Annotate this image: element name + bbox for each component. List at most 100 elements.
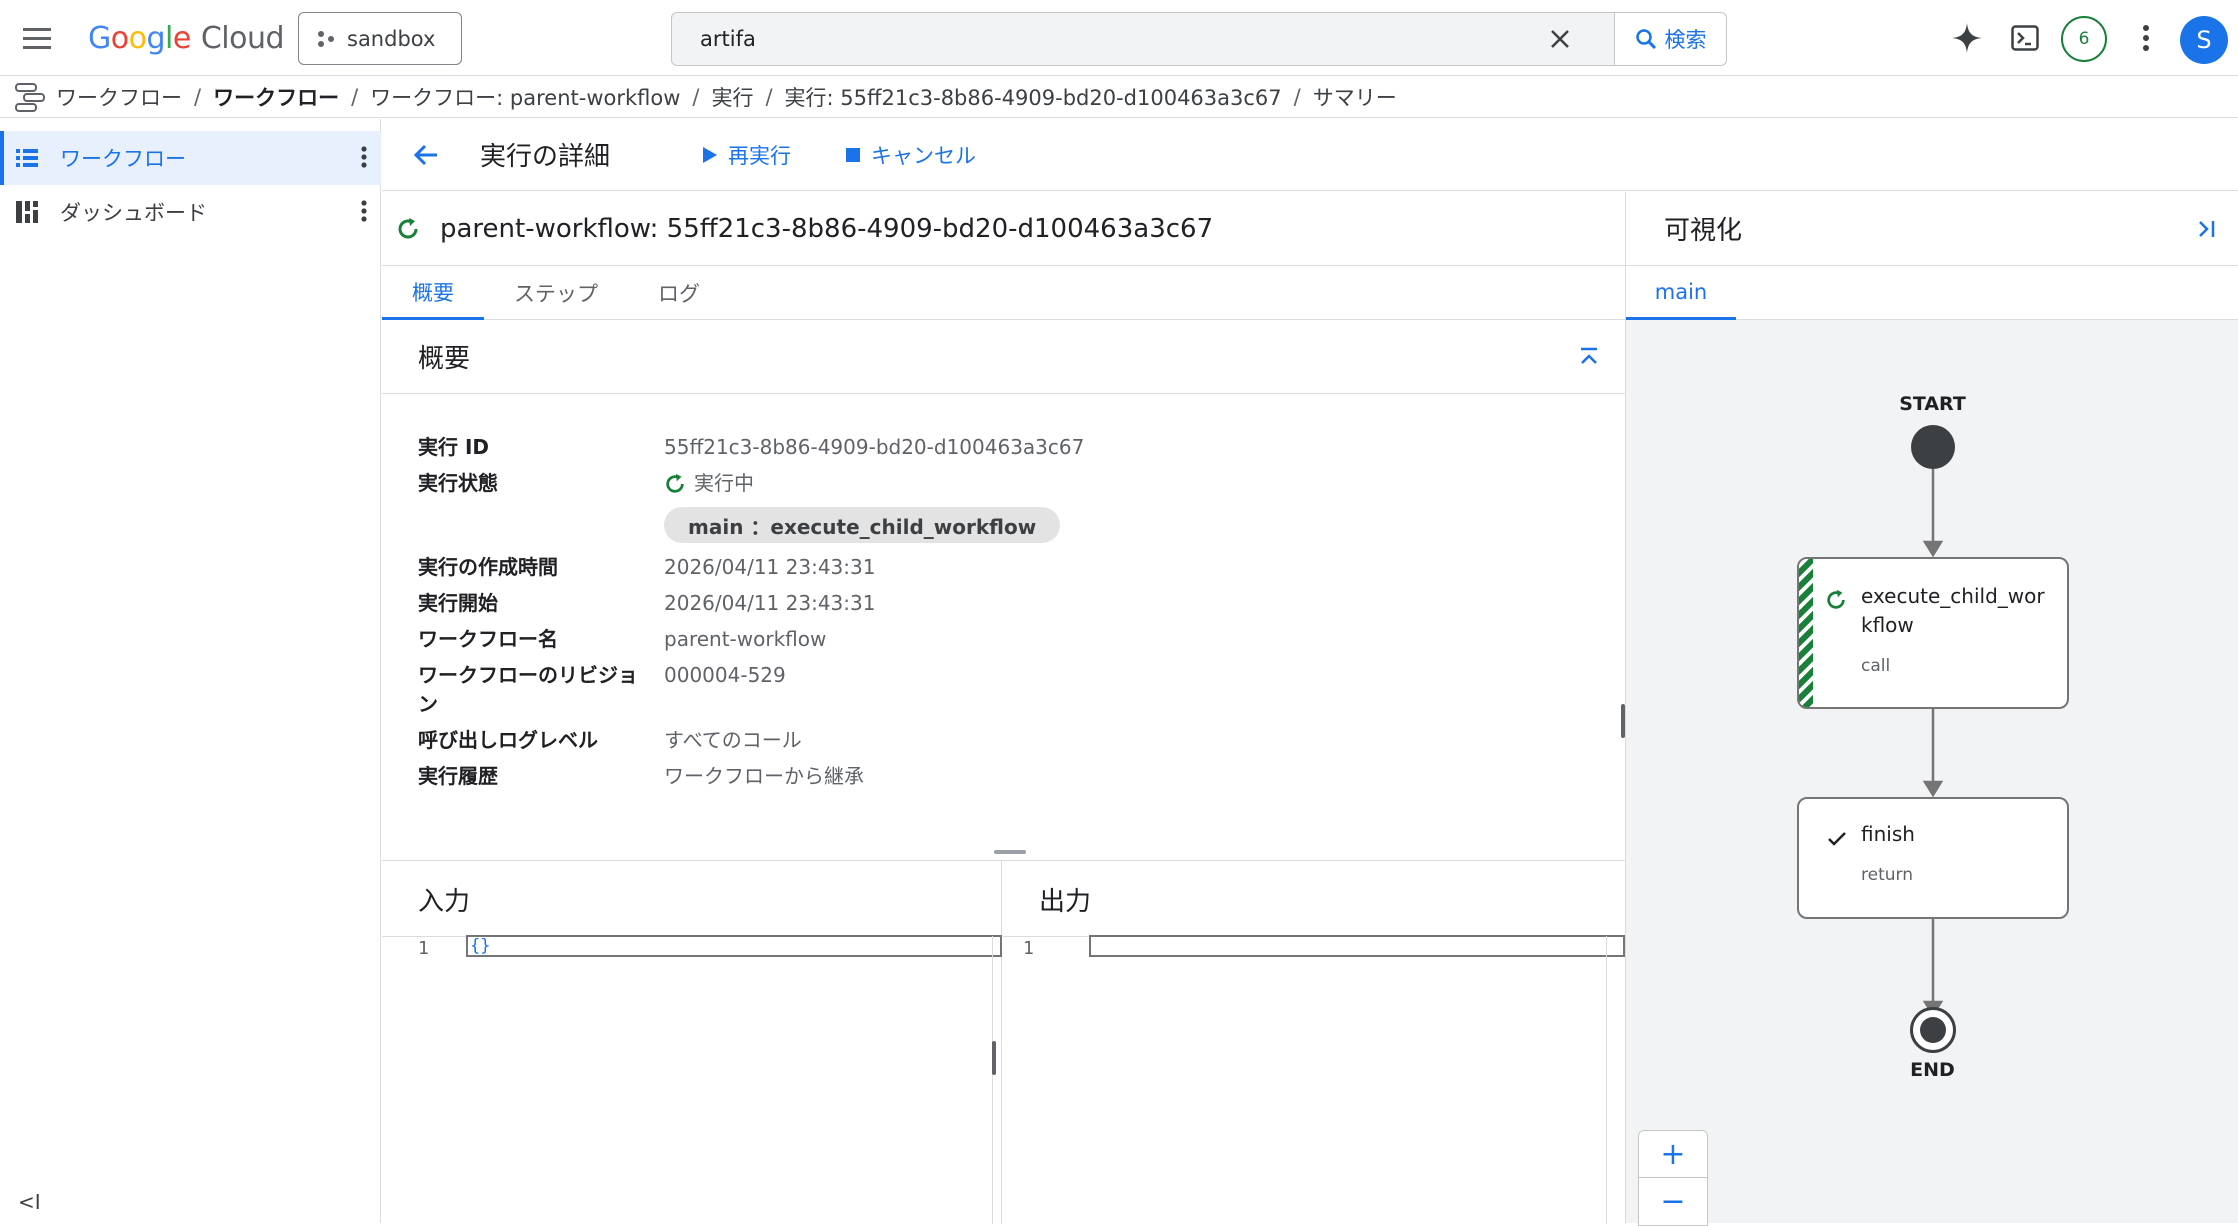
current-step-chip: main ：execute_child_workflow [664, 507, 1061, 543]
execution-history-label: 実行履歴 [418, 764, 498, 788]
output-panel: 出力 1 [1003, 861, 1625, 1224]
search-button-label: 検索 [1664, 28, 1707, 52]
rerun-label: 再実行 [728, 143, 792, 168]
cancel-button[interactable]: キャンセル [845, 140, 976, 170]
main-menu-button[interactable] [18, 20, 58, 56]
execution-history-value: ワークフローから継承 [664, 764, 864, 788]
gemini-button[interactable] [1945, 16, 1989, 60]
collapse-section-icon[interactable] [1579, 347, 1599, 367]
rerun-button[interactable]: 再実行 [702, 140, 791, 170]
created-time-label: 実行の作成時間 [418, 555, 558, 579]
workflow-name-label: ワークフロー名 [418, 627, 558, 651]
tab-summary[interactable]: 概要 [382, 266, 484, 320]
arrow-back-icon [413, 144, 437, 165]
breadcrumb-separator: / [692, 84, 700, 109]
editor-gutter [1606, 936, 1607, 1224]
more-options-button[interactable] [2124, 16, 2168, 60]
created-time-value: 2026/04/11 23:43:31 [664, 555, 876, 579]
output-code-editor[interactable] [1089, 935, 1625, 957]
visualization-panel: 可視化 main START execute_child_wor kflow c… [1621, 192, 2238, 1226]
execution-id-value: 55ff21c3-8b86-4909-bd20-d100463a3c67 [664, 435, 1085, 459]
call-log-level-value: すべてのコール [664, 728, 802, 752]
execution-title: parent-workflow: 55ff21c3-8b86-4909-bd20… [440, 213, 1214, 244]
breadcrumb: ワークフロー / ワークフロー / ワークフロー: parent-workflo… [0, 76, 2238, 118]
breadcrumb-item[interactable]: ワークフロー [56, 82, 182, 112]
panel-resize-handle[interactable] [1621, 704, 1625, 738]
search-button[interactable]: 検索 [1614, 13, 1726, 65]
terminal-icon [2011, 25, 2039, 51]
sidebar: ワークフロー ダッシュボード [0, 119, 381, 1223]
more-vert-icon[interactable] [361, 145, 367, 169]
execution-state-label: 実行状態 [418, 471, 498, 495]
page-title: 実行の詳細 [480, 142, 611, 172]
workflow-revision-label: ワークフローのリビジョン [418, 663, 638, 716]
notifications-badge[interactable]: 6 [2061, 16, 2107, 62]
collapse-sidebar-button[interactable]: <I [18, 1190, 41, 1214]
start-time-value: 2026/04/11 23:43:31 [664, 591, 876, 615]
cloud-shell-button[interactable] [2003, 16, 2047, 60]
tab-logs[interactable]: ログ [628, 266, 730, 320]
breadcrumb-separator: / [194, 84, 202, 109]
zoom-out-button[interactable]: − [1638, 1178, 1708, 1226]
sparkle-icon [1952, 23, 1982, 53]
call-log-level-label: 呼び出しログレベル [418, 728, 598, 752]
input-output-panel: 入力 1 {} 出力 1 [382, 860, 1625, 1224]
node-name: execute_child_wor [1861, 584, 2045, 608]
start-label: START [1899, 393, 1966, 415]
breadcrumb-separator: / [765, 84, 773, 109]
editor-gutter [992, 936, 993, 1224]
list-icon [16, 149, 38, 167]
breadcrumb-item[interactable]: ワークフロー [213, 82, 339, 112]
node-type: call [1861, 656, 1891, 676]
google-cloud-logo[interactable]: Google Cloud [88, 18, 285, 58]
execution-state: 実行中 [664, 469, 754, 498]
more-vert-icon[interactable] [361, 199, 367, 223]
back-button[interactable] [406, 135, 446, 175]
scrollbar[interactable] [992, 1041, 996, 1075]
breadcrumb-item[interactable]: 実行 [711, 82, 753, 112]
cancel-label: キャンセル [871, 143, 977, 168]
project-selector-button[interactable]: sandbox [298, 12, 462, 65]
avatar[interactable]: S [2180, 16, 2228, 64]
flow-node-finish[interactable]: finish return [1797, 797, 2069, 919]
logo-cloud-text: Cloud [200, 20, 285, 56]
zoom-in-button[interactable]: + [1638, 1130, 1708, 1178]
project-name: sandbox [347, 26, 436, 51]
input-code-editor[interactable]: {} [466, 935, 1002, 957]
sidebar-item-dashboard[interactable]: ダッシュボード [0, 185, 381, 239]
line-number: 1 [1023, 938, 1034, 959]
tab-steps[interactable]: ステップ [484, 266, 628, 320]
workflows-product-icon [15, 82, 45, 112]
dashboard-icon [16, 201, 38, 223]
node-name: finish [1861, 822, 1915, 846]
running-status-icon [398, 217, 418, 238]
flow-node-execute-child-workflow[interactable]: execute_child_wor kflow call [1797, 557, 2069, 709]
end-node[interactable] [1910, 1007, 1956, 1053]
logo-google-text: Google [88, 20, 191, 56]
execution-title-bar: parent-workflow: 55ff21c3-8b86-4909-bd20… [382, 192, 1625, 266]
breadcrumb-item[interactable]: 実行: 55ff21c3-8b86-4909-bd20-d100463a3c67 [785, 82, 1282, 112]
clear-search-button[interactable] [1532, 13, 1588, 65]
workflow-revision-value: 000004-529 [664, 663, 786, 687]
running-status-icon [666, 473, 684, 493]
line-number: 1 [418, 938, 429, 959]
play-icon [703, 146, 718, 163]
node-type: return [1861, 865, 1913, 885]
breadcrumb-item[interactable]: ワークフロー: parent-workflow [370, 82, 680, 112]
execution-id-label: 実行 ID [418, 435, 490, 459]
resize-handle[interactable] [994, 850, 1026, 854]
workflow-name-value: parent-workflow [664, 627, 827, 651]
running-stripe-icon [1799, 559, 1813, 707]
search-input[interactable] [672, 13, 1532, 65]
sidebar-item-workflows[interactable]: ワークフロー [0, 131, 381, 185]
search-bar: 検索 [671, 12, 1727, 66]
sidebar-item-label: ワークフロー [60, 147, 186, 171]
breadcrumb-separator: / [1293, 84, 1301, 109]
page-header: 実行の詳細 再実行 キャンセル [382, 119, 2238, 191]
start-node[interactable] [1911, 425, 1955, 469]
search-icon [1635, 29, 1656, 50]
output-title: 出力 [1039, 887, 1092, 917]
start-time-label: 実行開始 [418, 591, 498, 615]
input-panel: 入力 1 {} [382, 861, 1002, 1224]
execution-tabs: 概要 ステップ ログ [382, 266, 1625, 320]
